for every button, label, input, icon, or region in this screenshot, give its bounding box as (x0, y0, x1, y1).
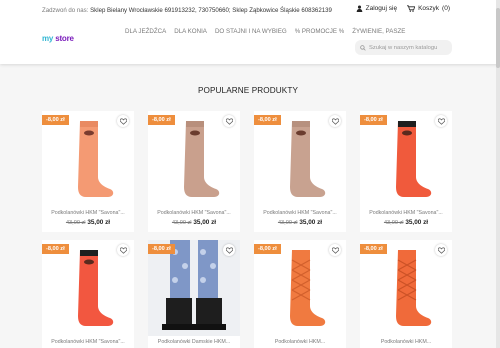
discount-badge: -8,00 zł (42, 244, 69, 254)
product-card[interactable]: -8,00 zł Podkolanówki HKM... (254, 240, 346, 348)
price: 35,00 zł (299, 219, 323, 226)
product-name[interactable]: Podkolanówki HKM "Savona"... (42, 339, 134, 345)
contact-info: Zadzwoń do nas: Sklep Bielany Wrocławski… (42, 6, 342, 15)
wishlist-button[interactable] (329, 115, 341, 127)
price: 35,00 zł (193, 219, 217, 226)
product-card[interactable]: -8,00 zł Podkolanówki HKM "Savona"... (42, 240, 134, 348)
page-scrollbar[interactable] (496, 0, 500, 348)
main-nav: DLA JEŹDŹCA DLA KONIA DO STAJNI I NA WYB… (121, 28, 409, 35)
discount-badge: -8,00 zł (148, 115, 175, 125)
heart-icon (331, 246, 339, 254)
wishlist-button[interactable] (329, 244, 341, 256)
product-card[interactable]: -8,00 zł Podkolanówki HKM "Savona"... 43… (42, 111, 134, 232)
search-input[interactable]: Szukaj w naszym katalogu (355, 40, 452, 55)
product-name[interactable]: Podkolanówki HKM... (254, 339, 346, 345)
product-name[interactable]: Podkolanówki HKM "Savona"... (254, 210, 346, 216)
product-prices: 43,00 zł 35,00 zł (360, 219, 452, 226)
heart-icon (119, 246, 127, 254)
login-link[interactable]: Zaloguj się (356, 5, 397, 12)
product-name[interactable]: Podkolanówki HKM "Savona"... (148, 210, 240, 216)
login-label: Zaloguj się (365, 5, 398, 12)
store-logo[interactable]: my store (42, 34, 74, 43)
discount-badge: -8,00 zł (148, 244, 175, 254)
heart-icon (331, 117, 339, 125)
heart-icon (225, 117, 233, 125)
contact-phones[interactable]: Sklep Bielany Wrocławskie 691913232, 730… (88, 7, 332, 14)
cart-link[interactable]: Koszyk (0) (407, 5, 450, 12)
wishlist-button[interactable] (223, 115, 235, 127)
nav-item-rider[interactable]: DLA JEŹDŹCA (121, 28, 170, 35)
product-name[interactable]: Podkolanówki HKM... (360, 339, 452, 345)
price: 35,00 zł (405, 219, 429, 226)
search-icon (360, 44, 366, 51)
cart-label: Koszyk (418, 5, 440, 12)
user-links: Zaloguj się Koszyk (0) (356, 5, 450, 12)
heart-icon (437, 246, 445, 254)
wishlist-button[interactable] (223, 244, 235, 256)
nav-item-promotions[interactable]: % PROMOCJE % (291, 28, 349, 35)
site-header: Zadzwoń do nas: Sklep Bielany Wrocławski… (0, 0, 500, 64)
discount-badge: -8,00 zł (360, 244, 387, 254)
logo-store: store (53, 34, 74, 43)
discount-badge: -8,00 zł (254, 115, 281, 125)
product-card[interactable]: -8,00 zł Podkolanówki HKM "Savona"... 43… (148, 111, 240, 232)
old-price: 43,00 zł (171, 220, 192, 226)
discount-badge: -8,00 zł (42, 115, 69, 125)
nav-item-feed[interactable]: ŻYWIENIE, PASZE (348, 28, 409, 35)
old-price: 43,00 zł (277, 220, 298, 226)
product-name[interactable]: Podkolanówki HKM "Savona"... (360, 210, 452, 216)
nav-item-horse[interactable]: DLA KONIA (170, 28, 211, 35)
product-card[interactable]: -8,00 zł Podkolanówki Damskie HKM... (148, 240, 240, 348)
wishlist-button[interactable] (435, 115, 447, 127)
discount-badge: -8,00 zł (254, 244, 281, 254)
old-price: 43,00 zł (383, 220, 404, 226)
product-card[interactable]: -8,00 zł Podkolanówki HKM "Savona"... 43… (254, 111, 346, 232)
cart-icon (407, 5, 416, 12)
heart-icon (225, 246, 233, 254)
old-price: 43,00 zł (65, 220, 86, 226)
heart-icon (437, 117, 445, 125)
heart-icon (119, 117, 127, 125)
user-icon (356, 5, 362, 12)
search-placeholder: Szukaj w naszym katalogu (369, 44, 438, 51)
contact-prefix: Zadzwoń do nas: (42, 7, 89, 14)
product-name[interactable]: Podkolanówki Damskie HKM... (148, 339, 240, 345)
logo-my: my (42, 34, 54, 43)
price: 35,00 zł (87, 219, 111, 226)
nav-item-stable[interactable]: DO STAJNI I NA WYBIEG (211, 28, 291, 35)
product-name[interactable]: Podkolanówki HKM "Savona"... (42, 210, 134, 216)
wishlist-button[interactable] (117, 115, 129, 127)
scrollbar-thumb[interactable] (496, 8, 500, 68)
product-card[interactable]: -8,00 zł Podkolanówki HKM "Savona"... 43… (360, 111, 452, 232)
section-title: POPULARNE PRODUKTY (197, 86, 299, 95)
cart-count: (0) (442, 5, 450, 12)
product-prices: 43,00 zł 35,00 zł (254, 219, 346, 226)
product-prices: 43,00 zł 35,00 zł (148, 219, 240, 226)
product-prices: 43,00 zł 35,00 zł (42, 219, 134, 226)
wishlist-button[interactable] (117, 244, 129, 256)
wishlist-button[interactable] (435, 244, 447, 256)
product-card[interactable]: -8,00 zł Podkolanówki HKM... (360, 240, 452, 348)
discount-badge: -8,00 zł (360, 115, 387, 125)
